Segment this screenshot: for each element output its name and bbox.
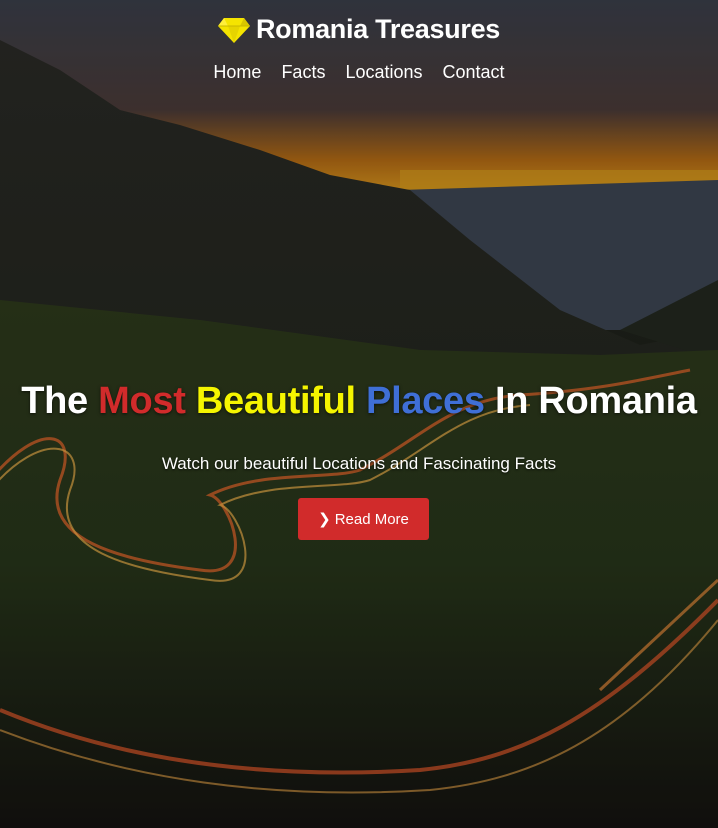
- headline-word: Beautiful: [195, 380, 356, 422]
- chevron-right-icon: ❯: [318, 511, 331, 528]
- headline-word: Places: [366, 380, 485, 422]
- read-more-button[interactable]: ❯ Read More: [298, 498, 429, 540]
- headline-word: The: [21, 380, 88, 422]
- headline-word: In: [494, 380, 529, 422]
- brand-name: Romania Treasures: [255, 14, 501, 44]
- nav-item-facts[interactable]: Facts: [281, 62, 325, 83]
- read-more-label: Read More: [334, 510, 409, 528]
- nav-item-home[interactable]: Home: [213, 62, 261, 83]
- brand-logo[interactable]: Romania Treasures: [0, 14, 718, 45]
- hero-subtitle: Watch our beautiful Locations and Fascin…: [161, 454, 557, 473]
- hero-section: Romania Treasures Home Facts Locations C…: [0, 0, 718, 828]
- diamond-icon: [217, 17, 250, 43]
- hero-headline: The Most Beautiful Places In Romania: [0, 380, 718, 423]
- headline-word: Romania: [538, 380, 697, 422]
- nav-item-locations[interactable]: Locations: [345, 62, 422, 83]
- headline-word: Most: [98, 380, 186, 422]
- nav-item-contact[interactable]: Contact: [443, 62, 505, 83]
- main-nav: Home Facts Locations Contact: [0, 62, 718, 83]
